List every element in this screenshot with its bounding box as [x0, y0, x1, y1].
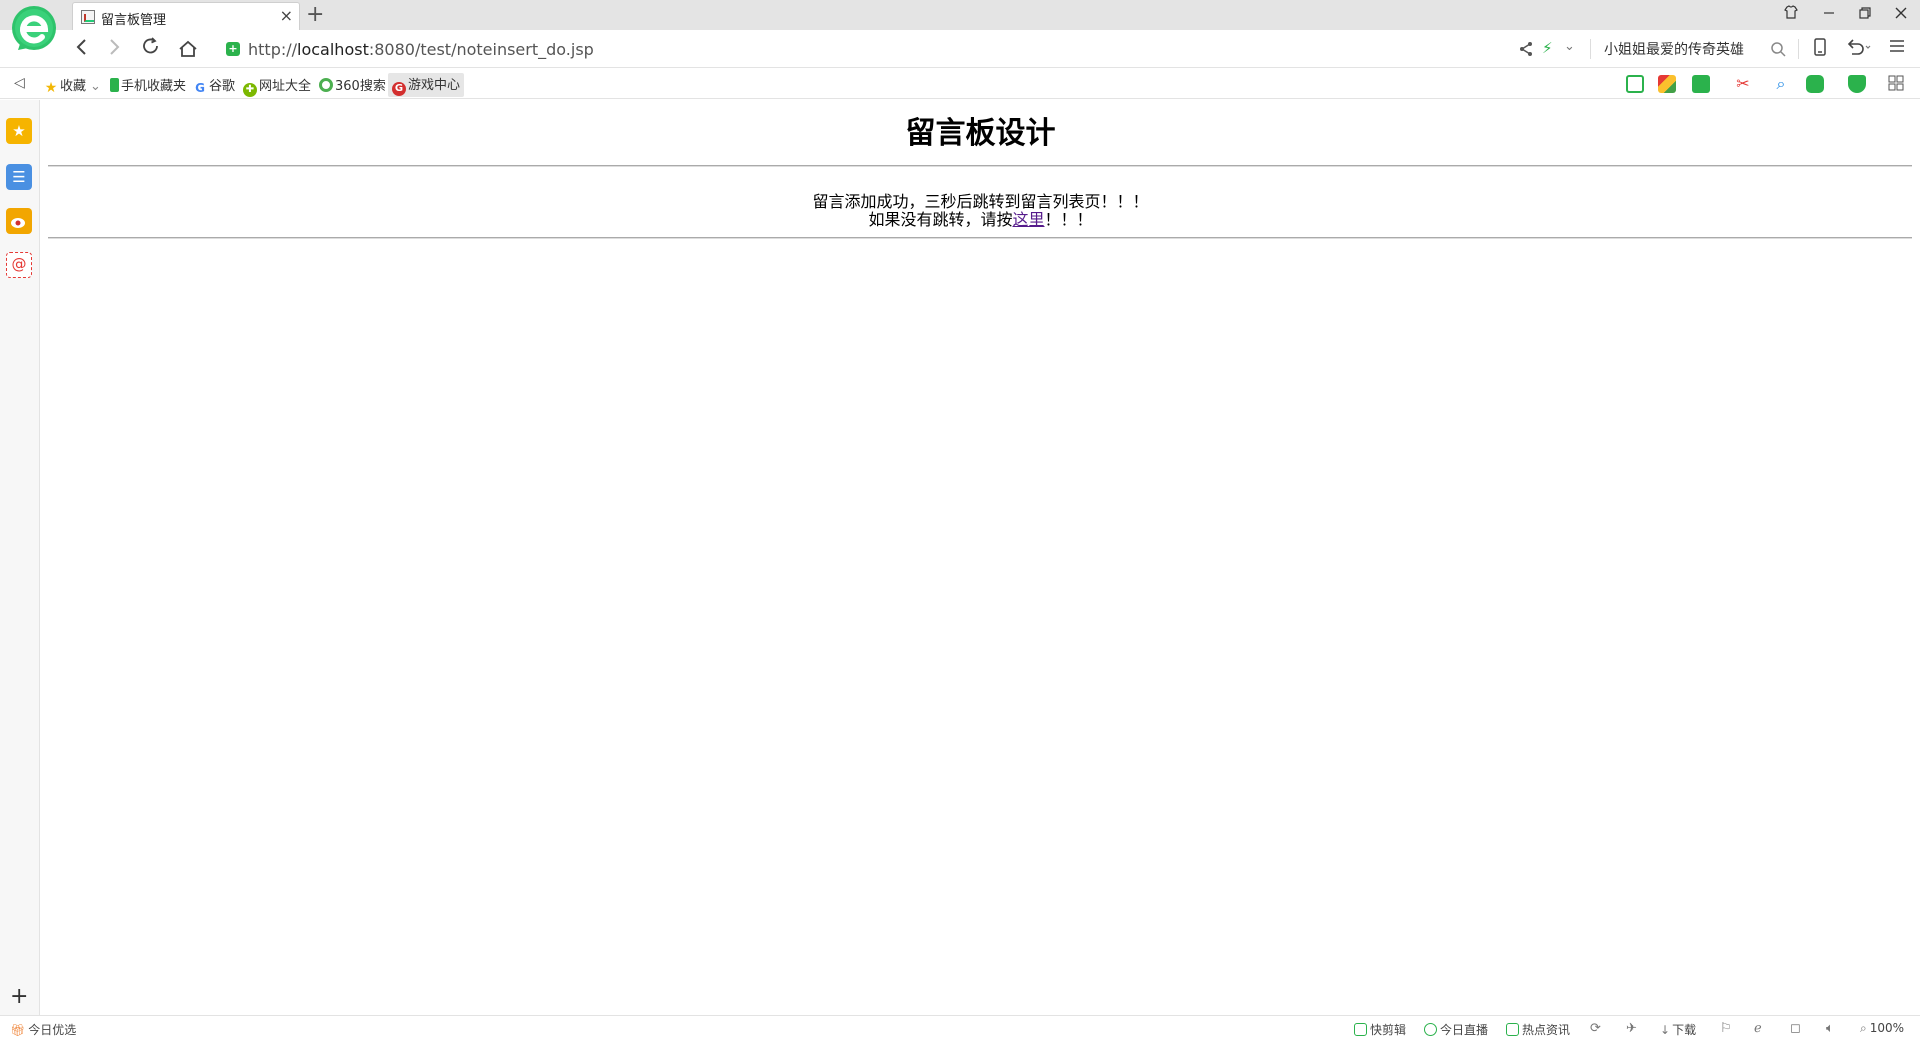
sidebar-mail-icon[interactable]: @ [6, 252, 32, 278]
menu-icon[interactable] [1888, 38, 1906, 59]
sound-icon[interactable]: 🔈︎ [1826, 1021, 1834, 1036]
back-icon[interactable] [68, 36, 94, 62]
quick-clip[interactable]: 快剪辑 [1354, 1021, 1406, 1038]
mobile-icon[interactable] [1813, 38, 1827, 61]
restore-icon[interactable] [1850, 2, 1880, 28]
page-favicon-icon [81, 10, 95, 24]
redirect-link[interactable]: 这里 [1012, 210, 1044, 229]
share-icon[interactable] [1518, 41, 1534, 57]
app-store-icon[interactable] [1658, 75, 1676, 93]
video-clip-icon [1354, 1023, 1367, 1036]
success-message: 留言添加成功，三秒后跳转到留言列表页！！！ [812, 192, 1149, 211]
reader-icon[interactable] [1626, 75, 1644, 93]
search-input[interactable]: 小姐姐最爱的传奇英雄 [1604, 39, 1744, 59]
sidebar-favorites-star-icon[interactable]: ★ [6, 118, 32, 144]
home-icon[interactable] [178, 40, 198, 58]
bookmark-site-directory[interactable]: ✚ 网址大全 [243, 75, 311, 97]
divider [1590, 39, 1591, 59]
translate-icon[interactable] [1692, 75, 1710, 93]
game-center-icon: G [392, 82, 406, 96]
phone-icon [110, 78, 119, 92]
address-bar[interactable]: + http://localhost:8080/test/noteinsert_… [222, 35, 1512, 63]
zoom-level[interactable]: ⌕ 100% [1860, 1021, 1904, 1036]
extensions-grid-icon[interactable] [1888, 75, 1906, 93]
page-title: 留言板设计 [905, 116, 1056, 151]
tab-close-icon[interactable]: × [280, 6, 293, 25]
news-icon [1506, 1023, 1519, 1036]
flag-icon[interactable]: ⚐ [1720, 1021, 1732, 1036]
hot-news[interactable]: 热点资讯 [1506, 1021, 1570, 1038]
pin-icon[interactable]: ✈ [1626, 1021, 1637, 1036]
screenshot-scissors-icon[interactable]: ✂ [1734, 75, 1752, 93]
download-button[interactable]: ↓ 下载 [1660, 1021, 1696, 1038]
sidebar-add-icon[interactable]: + [10, 984, 28, 1009]
minimize-icon[interactable] [1814, 2, 1844, 28]
divider-bottom [48, 237, 1912, 239]
bookmarks-bar: ◁ ★ 收藏 ⌄ 手机收藏夹 G 谷歌 ✚ 网址大全 360搜索 G 游戏中心 ✂ ⌕ [0, 69, 1920, 99]
zoom-icon: ⌕ [1860, 1021, 1867, 1035]
sidebar: ★ ☰ @ + [0, 100, 40, 1015]
security-shield-icon[interactable]: + [226, 42, 240, 56]
bookmark-google[interactable]: G 谷歌 [193, 75, 235, 95]
title-bar: 留言板管理 × + [0, 0, 1920, 50]
game-controller-icon[interactable] [1806, 75, 1824, 93]
download-arrow-icon: ↓ [1660, 1023, 1671, 1037]
accelerate-icon[interactable]: ⟳ [1590, 1021, 1601, 1036]
new-tab-button[interactable]: + [306, 1, 324, 29]
play-icon [1424, 1023, 1437, 1036]
google-icon: G [195, 81, 205, 95]
url-text[interactable]: http://localhost:8080/test/noteinsert_do… [248, 40, 594, 59]
today-live[interactable]: 今日直播 [1424, 1021, 1488, 1038]
bookmark-360-search[interactable]: 360搜索 [319, 75, 386, 94]
navigation-bar: + http://localhost:8080/test/noteinsert_… [0, 30, 1920, 68]
divider-top [48, 165, 1912, 167]
site-directory-icon: ✚ [243, 83, 257, 97]
speed-mode-icon[interactable]: ⚡ [1542, 39, 1553, 57]
skin-icon[interactable] [1776, 2, 1806, 28]
ie-mode-icon[interactable]: ℯ [1754, 1021, 1762, 1036]
divider [1798, 39, 1799, 59]
status-bar: 🎁︎ 今日优选 快剪辑 今日直播 热点资讯 ⟳ ✈ ↓ 下载 ⚐ ℯ ◻ 🔈︎ ⌕ 1… [0, 1015, 1920, 1040]
browser-logo-icon[interactable] [10, 4, 60, 54]
chevron-down-icon: ⌄ [90, 79, 101, 94]
gift-icon: 🎁︎ [10, 1023, 26, 1037]
reload-icon[interactable] [138, 36, 164, 62]
collapse-sidebar-icon[interactable]: ◁ [14, 75, 25, 91]
window-icon[interactable]: ◻ [1790, 1021, 1801, 1036]
search-icon[interactable] [1770, 41, 1786, 57]
redirect-text: 如果没有跳转，请按 [868, 210, 1013, 229]
close-window-icon[interactable] [1886, 2, 1916, 28]
bookmark-favorites[interactable]: ★ 收藏 ⌄ [44, 75, 101, 95]
forward-icon[interactable] [102, 36, 128, 62]
chevron-down-icon[interactable]: ⌄ [1564, 39, 1575, 54]
page-content: 留言板设计 留言添加成功，三秒后跳转到留言列表页！！！ 如果没有跳转，请按这里！… [41, 100, 1920, 1015]
redirect-message: 如果没有跳转，请按这里！！！ [41, 211, 1920, 229]
360-search-icon [319, 78, 333, 92]
daily-picks[interactable]: 🎁︎ 今日优选 [10, 1021, 76, 1038]
security-guard-icon[interactable] [1848, 75, 1866, 93]
undo-icon[interactable] [1846, 38, 1872, 61]
tab-title: 留言板管理 [101, 13, 167, 28]
magnifier-icon[interactable]: ⌕ [1772, 75, 1790, 93]
sidebar-news-icon[interactable]: ☰ [6, 164, 32, 190]
redirect-text-end: ！！！ [1044, 210, 1093, 229]
sidebar-weibo-icon[interactable] [6, 208, 32, 234]
tab-active[interactable]: 留言板管理 × [72, 2, 300, 30]
bookmark-game-center[interactable]: G 游戏中心 [388, 73, 465, 97]
star-icon: ★ [44, 80, 58, 96]
bookmark-mobile-favorites[interactable]: 手机收藏夹 [110, 75, 186, 94]
